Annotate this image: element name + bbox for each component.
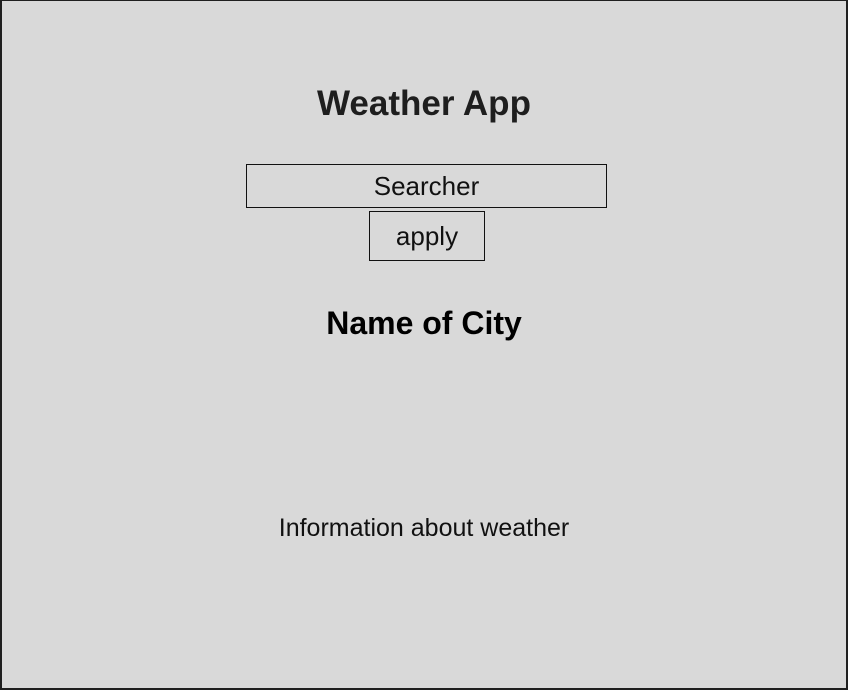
app-title: Weather App <box>317 84 531 123</box>
apply-button[interactable]: apply <box>369 211 485 261</box>
city-name: Name of City <box>326 305 522 341</box>
weather-info: Information about weather <box>278 514 570 542</box>
app-frame: Weather App apply Name of City Informati… <box>2 1 846 688</box>
search-input[interactable] <box>246 164 607 208</box>
